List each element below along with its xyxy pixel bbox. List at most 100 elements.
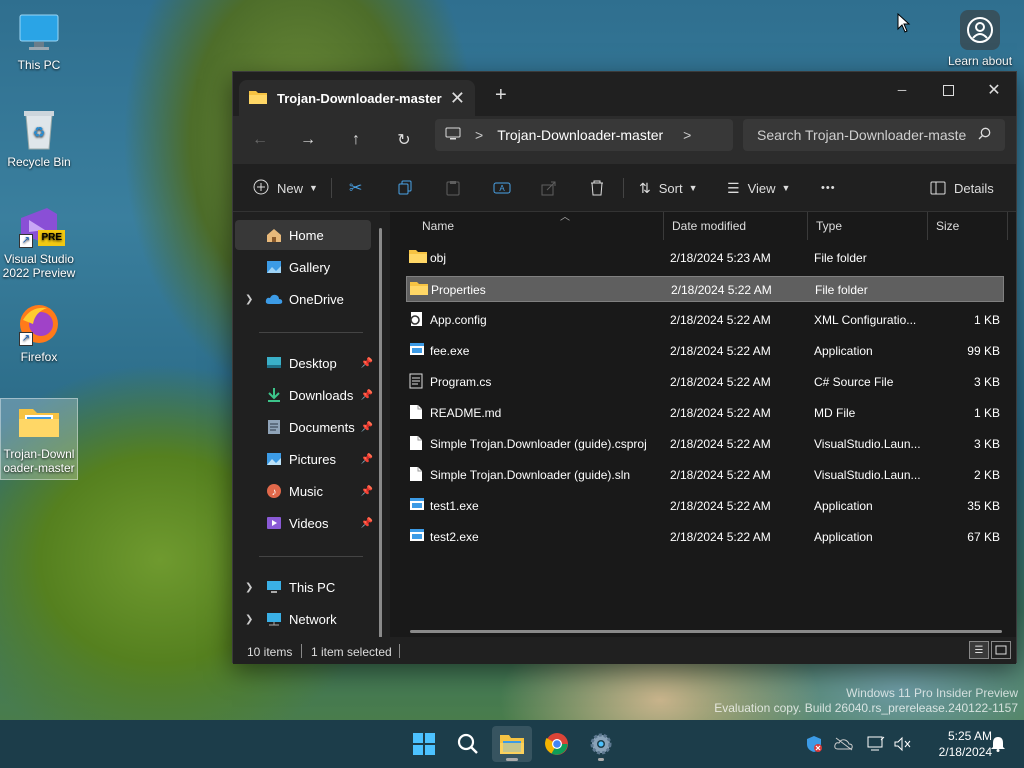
column-header-size[interactable]: Size [928, 212, 1008, 240]
volume-muted-icon[interactable] [892, 734, 912, 754]
taskbar-chrome[interactable] [537, 726, 577, 762]
pin-icon[interactable]: 📌 [361, 358, 373, 369]
details-pane-button[interactable]: Details [930, 172, 994, 204]
column-header-date[interactable]: Date modified [664, 212, 808, 240]
video-icon [265, 514, 283, 532]
taskbar-file-explorer[interactable] [492, 726, 532, 762]
nav-item-downloads[interactable]: Downloads 📌 [235, 380, 373, 410]
column-header-name[interactable]: ︿ Name [414, 212, 664, 240]
view-list-icon: ☰ [727, 179, 740, 196]
file-row[interactable]: README.md 2/18/2024 5:22 AM MD File 1 KB [406, 400, 1004, 426]
nav-item-label: Videos [289, 515, 329, 531]
preview-badge: PRE [38, 230, 65, 246]
file-row[interactable]: fee.exe 2/18/2024 5:22 AM Application 99 KB [406, 338, 1004, 364]
nav-item-home[interactable]: Home [235, 220, 371, 250]
back-button[interactable]: ← [245, 126, 275, 154]
chevron-down-icon: ▼ [781, 183, 791, 193]
chevron-right-icon[interactable]: ❯ [245, 582, 253, 593]
picture-icon [265, 450, 283, 468]
chevron-right-icon[interactable]: ❯ [245, 294, 253, 305]
file-row[interactable]: test2.exe 2/18/2024 5:22 AM Application 67 … [406, 524, 1004, 550]
delete-button[interactable] [589, 172, 605, 204]
breadcrumb-separator[interactable]: > [683, 127, 691, 143]
sort-button[interactable]: ⇅ Sort ▼ [639, 172, 698, 204]
search-icon[interactable] [978, 127, 991, 143]
desktop-icon-firefox[interactable]: ↗ Firefox [0, 302, 78, 364]
more-dots-icon: ••• [821, 182, 836, 194]
copy-button[interactable] [397, 172, 413, 204]
file-explorer-icon [500, 735, 524, 754]
clock-date: 2/18/2024 [938, 745, 992, 759]
desktop-icon-trojan-folder[interactable]: Trojan-Downloader-master [0, 398, 78, 480]
new-tab-button[interactable]: + [495, 84, 507, 107]
pin-icon[interactable]: 📌 [361, 454, 373, 465]
more-options-button[interactable]: ••• [821, 172, 836, 204]
cut-button[interactable]: ✂ [349, 172, 362, 204]
pin-icon[interactable]: 📌 [361, 422, 373, 433]
address-box[interactable]: > Trojan-Downloader-master > [435, 119, 733, 151]
nav-item-label: Downloads [289, 387, 354, 403]
close-tab-icon[interactable]: ✕ [450, 88, 465, 109]
desktop-icon-recycle-bin[interactable]: ♻ Recycle Bin [0, 107, 78, 169]
desktop-icon-visual-studio[interactable]: PRE ↗ Visual Studio 2022 Preview [0, 204, 78, 280]
refresh-button[interactable]: ↻ [389, 126, 419, 154]
new-button[interactable]: New ▼ [253, 172, 318, 204]
learn-about-spotlight[interactable]: Learn about [940, 10, 1020, 68]
file-row[interactable]: Properties 2/18/2024 5:22 AM File folder [406, 276, 1004, 302]
rename-button[interactable]: A [493, 172, 511, 204]
up-button[interactable]: ↑ [341, 126, 371, 154]
column-header-type[interactable]: Type [808, 212, 928, 240]
maximize-button[interactable] [925, 76, 971, 104]
nav-item-videos[interactable]: Videos 📌 [235, 508, 373, 538]
nav-item-onedrive[interactable]: ❯ OneDrive [235, 284, 371, 314]
nav-scrollbar[interactable] [379, 228, 382, 638]
monitor-icon [265, 578, 283, 596]
security-shield-icon[interactable] [804, 734, 824, 754]
paste-button[interactable] [445, 172, 461, 204]
status-bar: 10 items 1 item selected ☰ [233, 637, 1016, 664]
file-row[interactable]: Simple Trojan.Downloader (guide).sln 2/18… [406, 462, 1004, 488]
horizontal-scrollbar[interactable] [410, 630, 1002, 633]
close-window-button[interactable]: ✕ [971, 76, 1017, 104]
file-row[interactable]: Simple Trojan.Downloader (guide).csproj 2… [406, 431, 1004, 457]
pin-icon[interactable]: 📌 [361, 390, 373, 401]
notifications-bell-icon[interactable] [988, 734, 1008, 754]
windows-watermark: Windows 11 Pro Insider Preview Evaluatio… [714, 686, 1018, 716]
share-button[interactable] [541, 172, 557, 204]
nav-item-gallery[interactable]: Gallery [235, 252, 371, 282]
taskbar-settings[interactable] [581, 726, 621, 762]
tab-trojan-downloader[interactable]: Trojan-Downloader-master ✕ [239, 80, 475, 116]
network-status-icon[interactable] [866, 734, 886, 754]
search-box[interactable] [743, 119, 1005, 151]
nav-item-network[interactable]: ❯ Network [235, 604, 371, 634]
nav-item-documents[interactable]: Documents 📌 [235, 412, 373, 442]
forward-button[interactable]: → [293, 126, 323, 154]
file-row[interactable]: Program.cs 2/18/2024 5:22 AM C# Source Fil… [406, 369, 1004, 395]
desktop-icon-this-pc[interactable]: This PC [0, 10, 78, 72]
system-clock[interactable]: 5:25 AM 2/18/2024 [920, 728, 992, 760]
pin-icon[interactable]: 📌 [361, 486, 373, 497]
file-row[interactable]: test1.exe 2/18/2024 5:22 AM Application 35 … [406, 493, 1004, 519]
details-view-button[interactable]: ☰ [969, 641, 989, 659]
onedrive-offline-icon[interactable] [834, 734, 854, 754]
desktop-icon-label: Recycle Bin [7, 155, 71, 169]
search-input[interactable] [757, 127, 978, 143]
pin-icon[interactable]: 📌 [361, 518, 373, 529]
nav-item-this-pc[interactable]: ❯ This PC [235, 572, 371, 602]
minimize-button[interactable]: ─ [879, 76, 925, 104]
start-button[interactable] [404, 726, 444, 762]
file-list: ︿ Name Date modified Type Size obj 2/18/2… [390, 212, 1016, 637]
chevron-right-icon[interactable]: ❯ [245, 614, 253, 625]
search-button[interactable] [448, 726, 488, 762]
file-row[interactable]: App.config 2/18/2024 5:22 AM XML Configura… [406, 307, 1004, 333]
nav-item-pictures[interactable]: Pictures 📌 [235, 444, 373, 474]
breadcrumb-separator[interactable]: > [475, 127, 483, 143]
nav-item-music[interactable]: ♪ Music 📌 [235, 476, 373, 506]
share-icon [541, 181, 556, 196]
nav-item-desktop[interactable]: Desktop 📌 [235, 348, 373, 378]
breadcrumb-current[interactable]: Trojan-Downloader-master [497, 127, 663, 143]
tiles-view-button[interactable] [991, 641, 1011, 659]
cloud-icon [265, 290, 283, 308]
file-row[interactable]: obj 2/18/2024 5:23 AM File folder [406, 245, 1004, 271]
view-button[interactable]: ☰ View ▼ [727, 172, 790, 204]
